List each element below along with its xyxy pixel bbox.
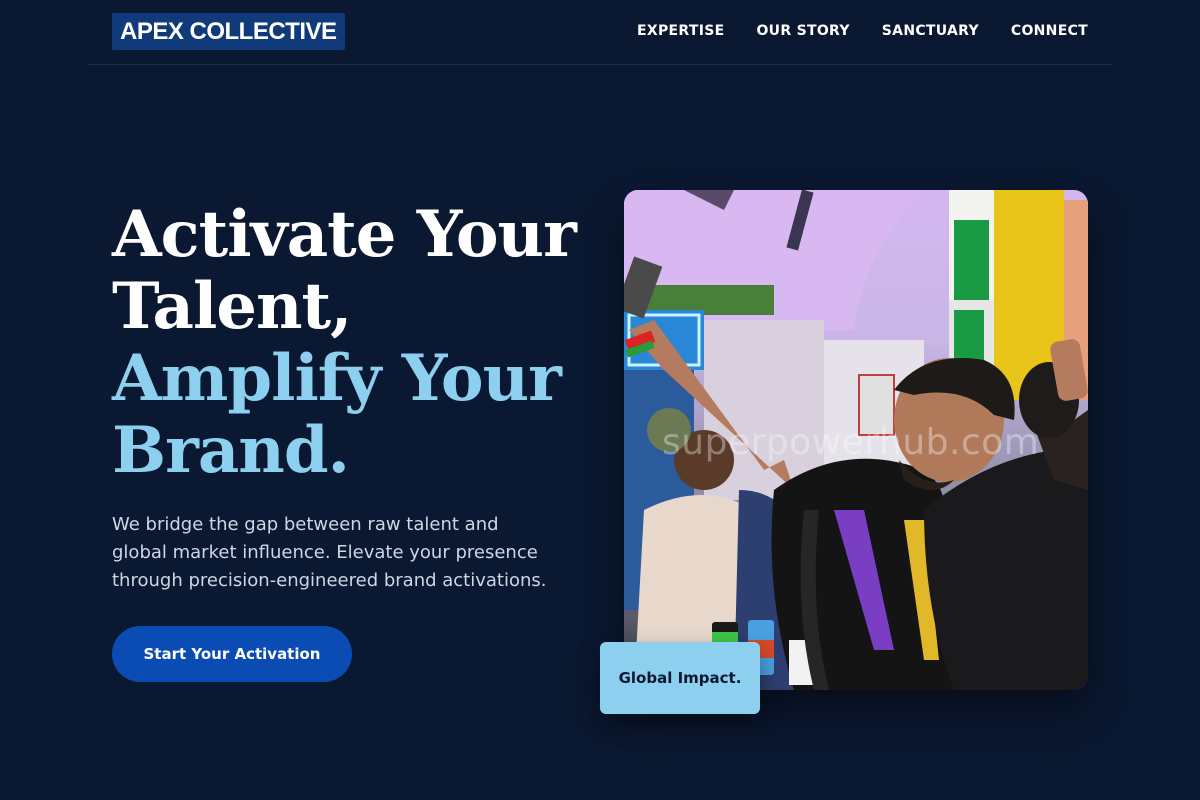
description-line: through precision-engineered brand activ…: [112, 570, 547, 591]
global-impact-badge: Global Impact.: [600, 642, 760, 714]
description-line: global market influence. Elevate your pr…: [112, 542, 538, 563]
photo-watermark: superpowerhub.com: [662, 422, 1040, 463]
hero-photo: superpowerhub.com: [624, 190, 1088, 690]
page: APEX COLLECTIVE EXPERTISE OUR STORY SANC…: [0, 0, 1200, 800]
start-activation-button[interactable]: Start Your Activation: [112, 626, 352, 682]
site-header: APEX COLLECTIVE EXPERTISE OUR STORY SANC…: [88, 0, 1112, 65]
headline-line: Talent,: [112, 269, 352, 344]
headline-line: Activate Your: [112, 197, 577, 272]
nav-link-our-story[interactable]: OUR STORY: [756, 21, 849, 41]
headline-highlight-line: Amplify Your: [112, 341, 562, 416]
nav-link-connect[interactable]: CONNECT: [1011, 21, 1088, 41]
nav-link-sanctuary[interactable]: SANCTUARY: [882, 21, 979, 41]
main-nav: EXPERTISE OUR STORY SANCTUARY CONNECT: [637, 21, 1088, 41]
headline-highlight-line: Brand.: [112, 413, 350, 488]
logo[interactable]: APEX COLLECTIVE: [112, 13, 345, 50]
hero-headline: Activate Your Talent, Amplify Your Brand…: [112, 199, 592, 487]
description-line: We bridge the gap between raw talent and: [112, 514, 499, 535]
nav-link-expertise[interactable]: EXPERTISE: [637, 21, 724, 41]
hero-description: We bridge the gap between raw talent and…: [112, 511, 582, 595]
